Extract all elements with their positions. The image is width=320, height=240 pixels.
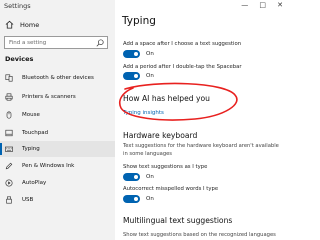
sidebar-item-printers[interactable]: Printers & scanners [0,89,115,105]
sidebar-item-label: AutoPlay [22,180,47,186]
settings-window: Settings Home Find a setting Devices Blu… [0,0,286,240]
sidebar-item-label: Printers & scanners [22,94,76,100]
sidebar-item-autoplay[interactable]: AutoPlay [0,175,115,191]
red-annotation-ellipse [118,82,238,121]
sidebar-item-bluetooth[interactable]: Bluetooth & other devices [0,70,115,86]
main-panel: — □ ✕ Typing Add a space after I choose … [115,0,286,240]
sidebar-item-usb[interactable]: USB [0,192,115,208]
autoplay-icon [5,179,13,187]
sidebar-item-label: Touchpad [22,130,49,136]
usb-icon [6,196,12,204]
sidebar: Settings Home Find a setting Devices Blu… [0,0,115,240]
touchpad-icon [5,129,13,137]
sidebar-item-label: USB [22,197,34,203]
window-title: Settings [4,2,31,10]
search-icon [96,39,104,47]
bluetooth-icon [5,74,13,82]
home-link[interactable]: Home [5,20,39,29]
sidebar-item-touchpad[interactable]: Touchpad [0,125,115,141]
sidebar-section-devices: Devices [5,55,34,63]
printer-icon [5,93,13,101]
sidebar-item-label: Bluetooth & other devices [22,75,94,81]
pen-icon [5,162,13,170]
mouse-icon [6,111,12,119]
sidebar-item-pen[interactable]: Pen & Windows Ink [0,158,115,174]
sidebar-item-mouse[interactable]: Mouse [0,107,115,123]
sidebar-item-label: Typing [22,146,40,152]
search-input[interactable]: Find a setting [4,36,108,49]
search-placeholder: Find a setting [9,39,47,46]
keyboard-icon [5,146,13,152]
sidebar-item-typing[interactable]: Typing [0,141,115,157]
home-label: Home [20,20,40,29]
sidebar-item-label: Mouse [22,112,40,118]
home-icon [5,20,14,29]
sidebar-item-label: Pen & Windows Ink [22,163,75,169]
